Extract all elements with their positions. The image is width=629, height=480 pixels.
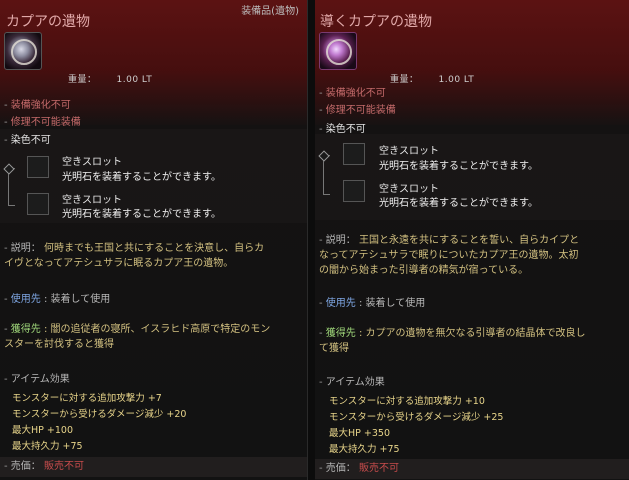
effect-line: 最大HP +100	[12, 425, 73, 436]
weight-label: 重量：	[390, 75, 419, 85]
socket-2-title: 空きスロット	[379, 184, 439, 195]
prop-no-enhance: - 装備強化不可	[4, 100, 71, 111]
effect-line: モンスターから受けるダメージ減少 +20	[12, 409, 187, 420]
effect-line: モンスターに対する追加攻撃力 +10	[329, 396, 485, 407]
prop-no-enhance: - 装備強化不可	[319, 88, 386, 99]
socket-2-desc: 光明石を装着することができます。	[379, 198, 538, 209]
effect-line: モンスターから受けるダメージ減少 +25	[329, 412, 504, 423]
item-description: - 説明： 何時までも王国と共にすることを決意し、自らカ イヴとなってアテシュサ…	[4, 243, 265, 269]
socket-2-title: 空きスロット	[62, 195, 122, 206]
socket-slot-1[interactable]	[343, 143, 365, 165]
relic-icon	[4, 32, 42, 70]
socket-1-title: 空きスロット	[62, 157, 122, 168]
prop-no-repair: - 修理不可能装備	[4, 117, 81, 128]
socket-slot-2[interactable]	[343, 180, 365, 202]
usage-row: - 使用先 : 装着して使用	[319, 298, 426, 309]
weight-row: 重量： 1.00 LT	[390, 72, 474, 85]
socket-slot-2[interactable]	[27, 193, 49, 215]
prop-no-dye: - 染色不可	[319, 124, 366, 135]
acquire-row: - 獲得先 : カプアの遺物を無欠なる引導者の結晶体で改良し て獲得	[319, 328, 586, 354]
prop-no-repair: - 修理不可能装備	[319, 105, 396, 116]
weight-value: 1.00 LT	[438, 75, 475, 85]
effect-line: 最大持久力 +75	[329, 444, 400, 455]
socket-bracket	[3, 163, 15, 206]
effect-line: モンスターに対する追加攻撃力 +7	[12, 393, 162, 404]
item-tooltip-right: 導くカプアの遺物 重量： 1.00 LT - 装備強化不可 - 修理不可能装備 -…	[315, 0, 629, 480]
item-title: 導くカプアの遺物	[320, 14, 432, 30]
socket-1-desc: 光明石を装着することができます。	[62, 172, 221, 183]
effect-line: 最大持久力 +75	[12, 441, 83, 452]
relic-icon	[319, 32, 357, 70]
weight-row: 重量： 1.00 LT	[68, 72, 152, 85]
effects-header: - アイテム効果	[319, 377, 385, 388]
socket-bracket	[318, 150, 330, 195]
item-tooltip-left: 装備品(遺物) カプアの遺物 重量： 1.00 LT - 装備強化不可 - 修理不…	[0, 0, 308, 480]
sale-price: - 売価： 販売不可	[319, 463, 399, 474]
item-category: 装備品(遺物)	[241, 6, 299, 17]
socket-2-desc: 光明石を装着することができます。	[62, 209, 221, 220]
effect-line: 最大HP +350	[329, 428, 390, 439]
item-title: カプアの遺物	[6, 14, 90, 30]
effects-header: - アイテム効果	[4, 374, 70, 385]
sale-price: - 売価： 販売不可	[4, 461, 84, 472]
weight-label: 重量：	[68, 75, 97, 85]
usage-row: - 使用先 : 装着して使用	[4, 294, 111, 305]
socket-slot-1[interactable]	[27, 156, 49, 178]
item-description: - 説明： 王国と永遠を共にすることを誓い、自らカイプと なってアテシュサラで眠…	[319, 235, 580, 276]
acquire-row: - 獲得先 : 闇の追従者の寝所、イスラヒド高原で特定のモン スターを討伐すると…	[4, 324, 271, 350]
socket-1-title: 空きスロット	[379, 146, 439, 157]
prop-no-dye: - 染色不可	[4, 135, 51, 146]
weight-value: 1.00 LT	[116, 75, 153, 85]
socket-1-desc: 光明石を装着することができます。	[379, 161, 538, 172]
